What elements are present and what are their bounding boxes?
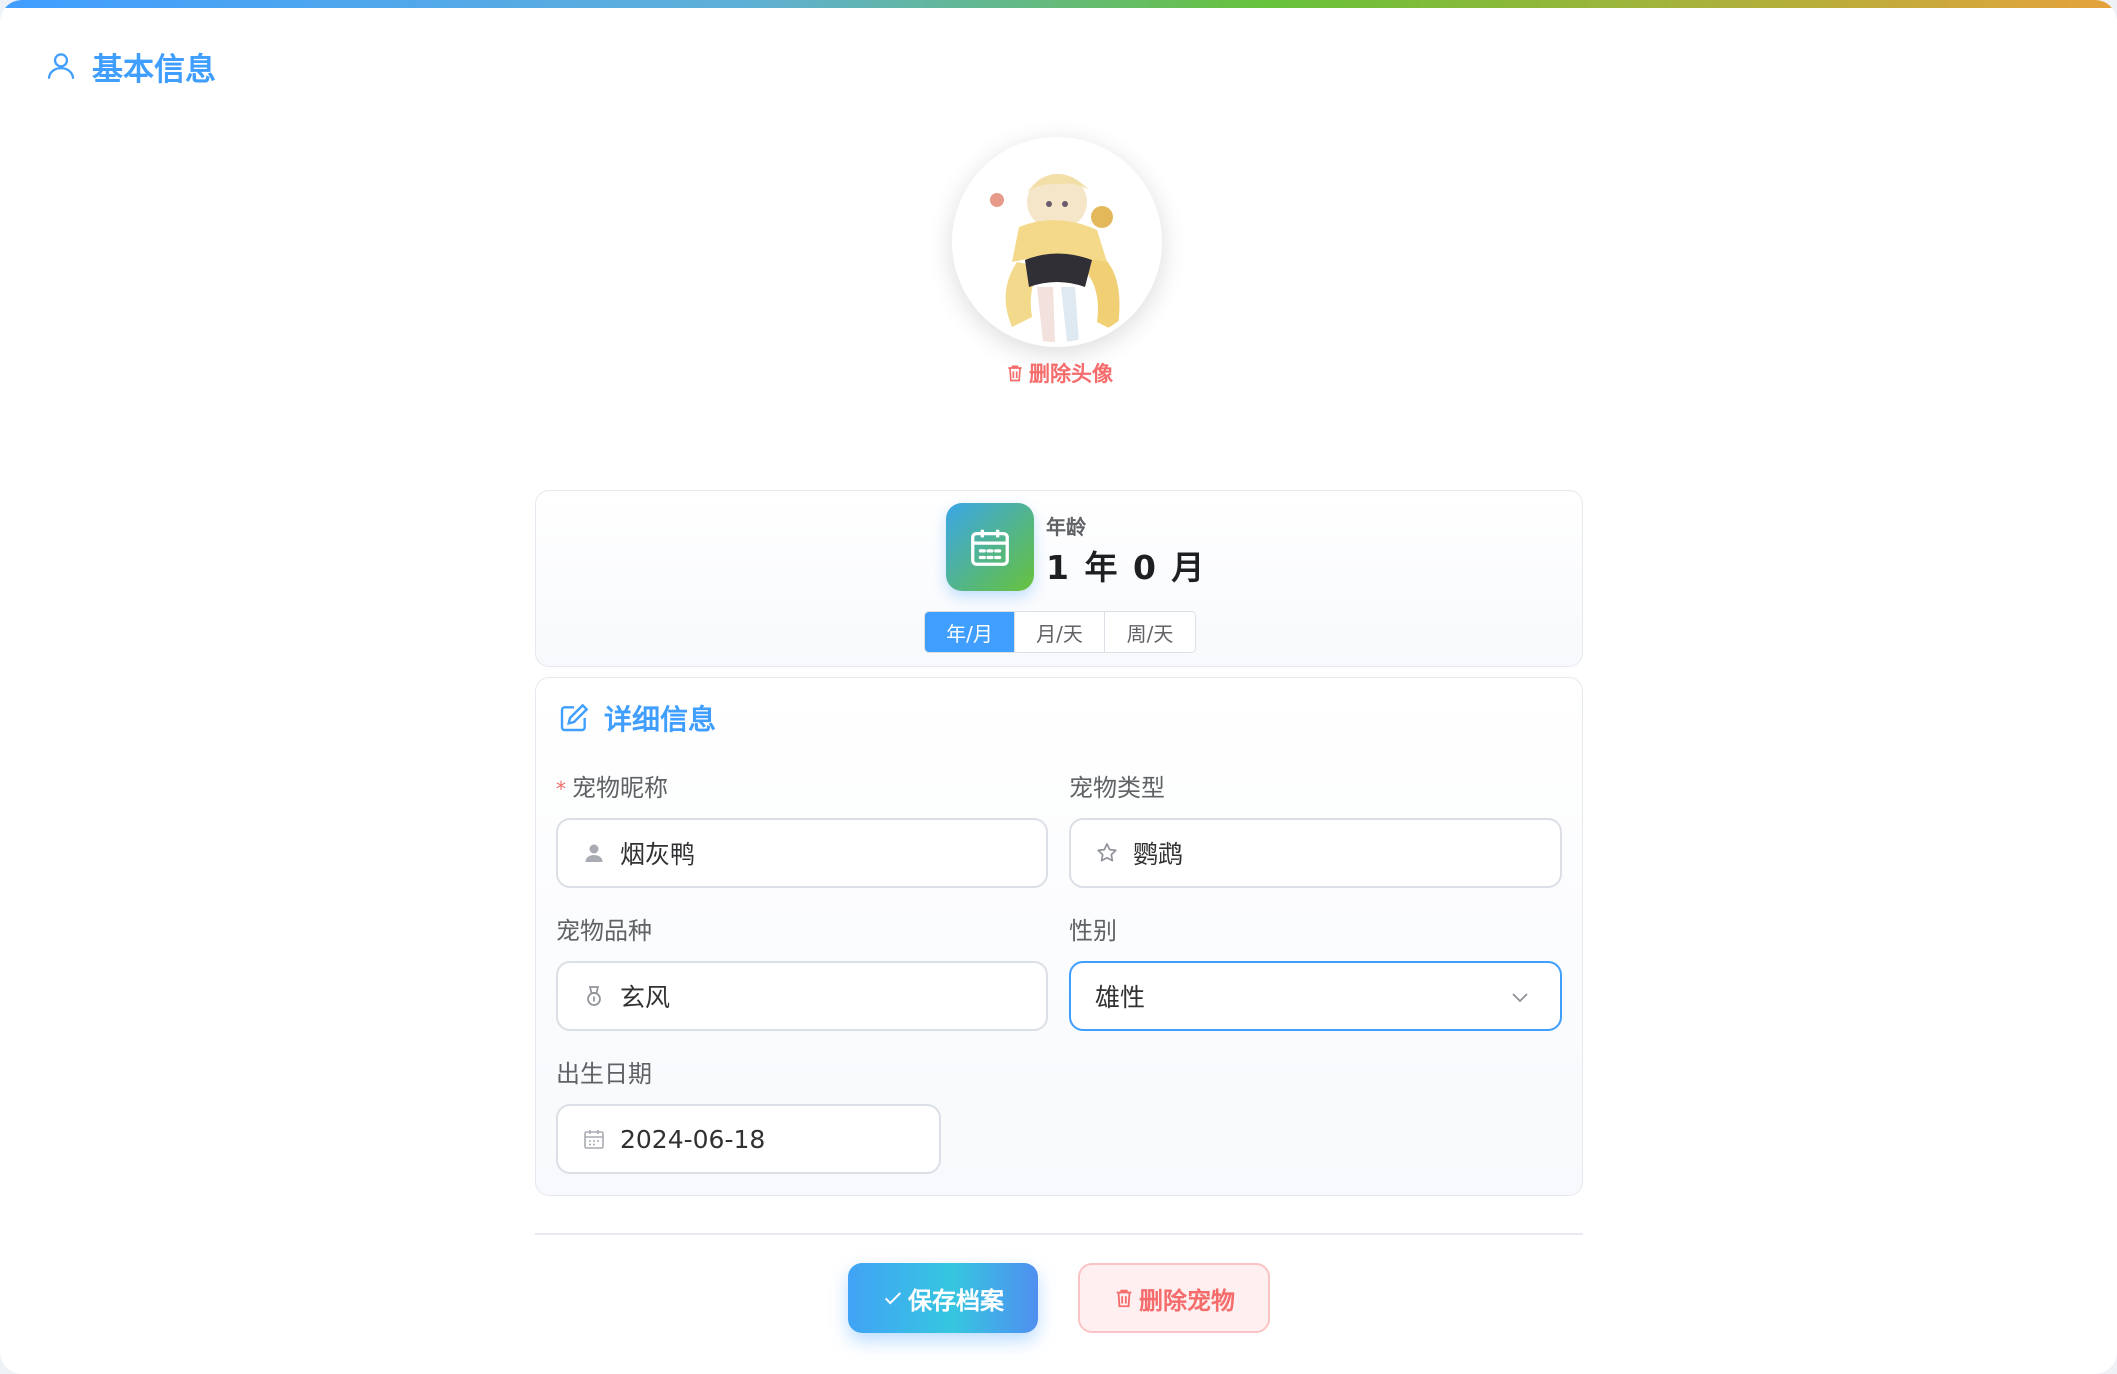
- details-title: 详细信息: [604, 703, 717, 736]
- star-icon: [1097, 843, 1117, 862]
- save-profile-label: 保存档案: [908, 1286, 1004, 1315]
- check-icon: [884, 1292, 902, 1305]
- edit-icon: [560, 703, 589, 732]
- breed-value: 玄风: [620, 983, 671, 1012]
- required-mark: *: [556, 777, 566, 801]
- section-header: 基本信息: [44, 44, 216, 88]
- age-unit-month-day[interactable]: 月/天: [1015, 612, 1105, 652]
- save-profile-button[interactable]: 保存档案: [848, 1263, 1038, 1333]
- nickname-label: * 宠物昵称: [556, 774, 668, 802]
- nickname-value: 烟灰鸭: [620, 840, 696, 869]
- type-value: 鹦鹉: [1133, 840, 1184, 869]
- trash-icon: [1116, 1289, 1132, 1308]
- user-icon: [47, 53, 75, 79]
- avatar-image: [957, 142, 1157, 342]
- trash-icon: [1008, 365, 1022, 382]
- footer-divider: [535, 1233, 1583, 1235]
- section-title: 基本信息: [92, 51, 216, 88]
- birthday-date-picker[interactable]: 2024-06-18: [556, 1104, 941, 1174]
- age-unit-week-day[interactable]: 周/天: [1105, 612, 1195, 652]
- details-panel: 详细信息 * 宠物昵称 烟灰鸭 宠物类型 鹦鹉 宠物品种 玄风 性别 雄性 出生…: [535, 677, 1583, 1196]
- birthday-value: 2024-06-18: [620, 1124, 766, 1154]
- type-label: 宠物类型: [1069, 774, 1165, 802]
- gender-label: 性别: [1069, 917, 1117, 945]
- calendar-icon: [584, 1130, 604, 1149]
- type-input[interactable]: 鹦鹉: [1069, 818, 1562, 888]
- gradient-top-bar: [0, 0, 2117, 8]
- gender-value: 雄性: [1095, 983, 1146, 1012]
- user-filled-icon: [585, 844, 603, 862]
- delete-avatar-label: 删除头像: [1029, 362, 1113, 386]
- age-icon-tile: [946, 503, 1034, 591]
- details-header: 详细信息: [558, 698, 716, 738]
- breed-input[interactable]: 玄风: [556, 961, 1048, 1031]
- birthday-label: 出生日期: [556, 1060, 652, 1088]
- age-label: 年龄: [1046, 515, 1086, 539]
- delete-pet-button[interactable]: 删除宠物: [1078, 1263, 1270, 1333]
- age-unit-switch: 年/月 月/天 周/天: [924, 611, 1196, 653]
- delete-avatar-button[interactable]: 删除头像: [1005, 358, 1113, 388]
- gender-select[interactable]: 雄性: [1069, 961, 1562, 1031]
- delete-pet-label: 删除宠物: [1139, 1286, 1235, 1315]
- age-value: 1 年 0 月: [1046, 548, 1207, 587]
- age-panel: 年龄 1 年 0 月 年/月 月/天 周/天: [535, 490, 1583, 667]
- chevron-down-icon: [1512, 993, 1528, 1003]
- pet-profile-card: 基本信息 删除头像 年龄 1 年 0 月 年/月 月/天 周/天 详细信息 * …: [0, 0, 2117, 1374]
- pet-avatar[interactable]: [952, 137, 1162, 347]
- age-unit-year-month[interactable]: 年/月: [925, 612, 1015, 652]
- nickname-input[interactable]: 烟灰鸭: [556, 818, 1048, 888]
- breed-label: 宠物品种: [556, 917, 652, 945]
- medal-icon: [587, 986, 601, 1006]
- calendar-icon: [971, 529, 1009, 566]
